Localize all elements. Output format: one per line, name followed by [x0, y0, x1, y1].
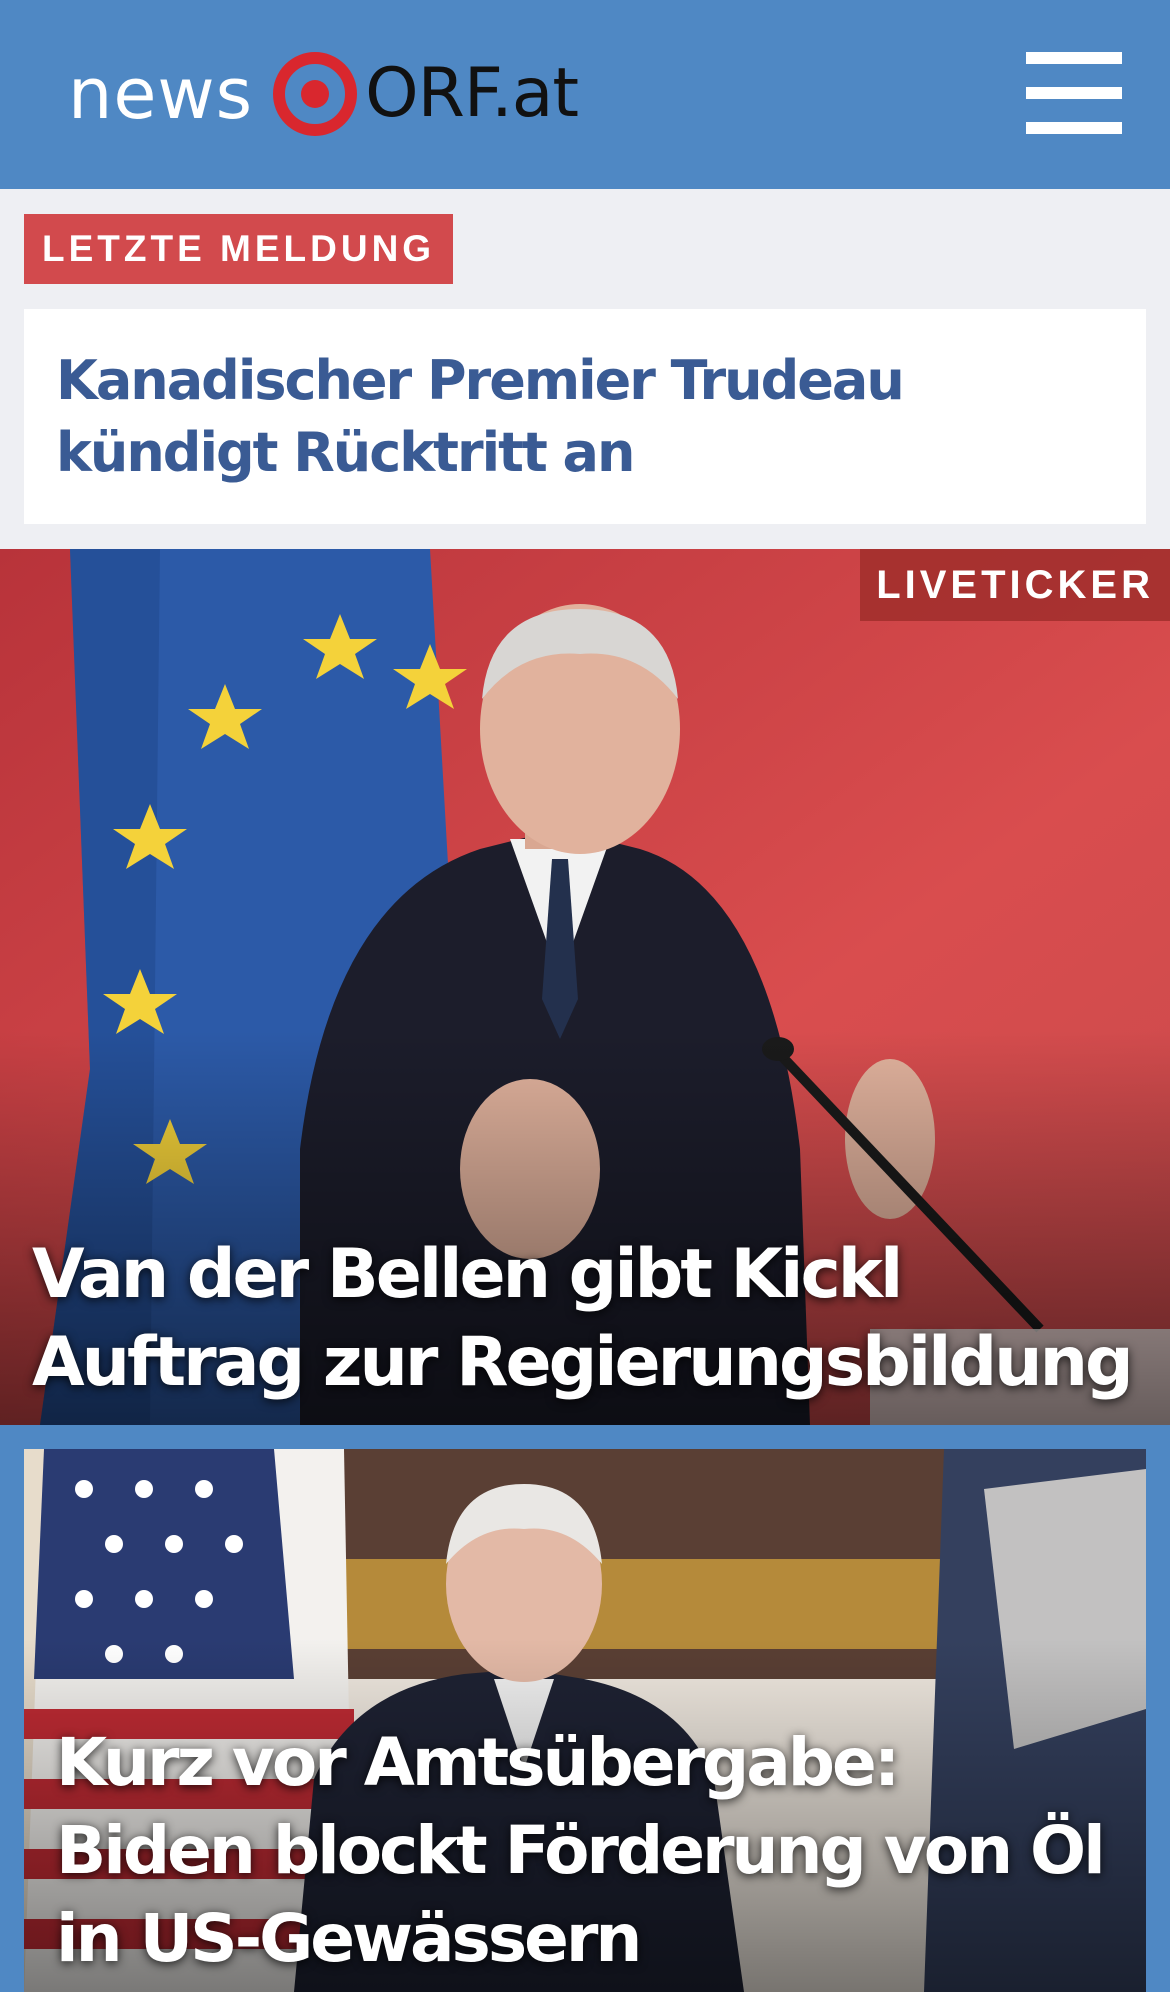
second-story-headline[interactable]: Kurz vor Amtsübergabe: Biden blockt Förd…: [56, 1719, 1106, 1983]
orf-logo[interactable]: news ORF.at: [68, 48, 579, 140]
second-story-card[interactable]: Kurz vor Amtsübergabe: Biden blockt Förd…: [24, 1449, 1146, 1992]
logo-news-text: news: [68, 53, 254, 135]
lead-story-headline[interactable]: Van der Bellen gibt Kickl Auftrag zur Re…: [32, 1231, 1140, 1407]
breaking-news-headline[interactable]: Kanadischer Premier Trudeau kündigt Rück…: [56, 345, 1114, 489]
menu-bar: [1026, 52, 1122, 64]
site-header: news ORF.at: [0, 0, 1170, 189]
breaking-news-card[interactable]: Kanadischer Premier Trudeau kündigt Rück…: [24, 309, 1146, 524]
breaking-news-label: LETZTE MELDUNG: [24, 214, 454, 284]
liveticker-badge: LIVETICKER: [860, 549, 1170, 621]
menu-bar: [1026, 122, 1122, 134]
orf-eye-icon: [273, 52, 358, 136]
logo-orf-text: ORF.at: [365, 54, 579, 133]
hamburger-menu-icon[interactable]: [1026, 52, 1122, 136]
menu-bar: [1026, 87, 1122, 99]
lead-story-card[interactable]: LIVETICKER Van der Bellen gibt Kickl Auf…: [0, 549, 1170, 1425]
